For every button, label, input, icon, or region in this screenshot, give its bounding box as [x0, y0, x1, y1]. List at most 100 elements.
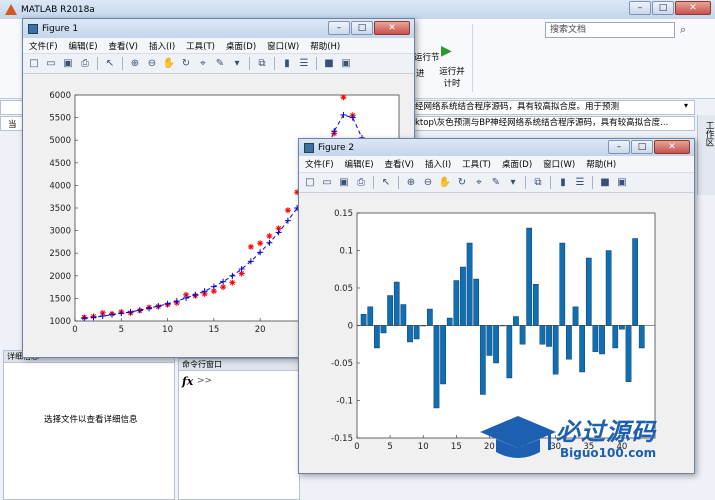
colorbar-icon[interactable]: ▮	[280, 57, 294, 71]
figure1-maximize-button[interactable]: □	[351, 21, 373, 35]
zoom-out-icon[interactable]: ⊖	[421, 176, 435, 190]
x-tick-label: 20	[255, 325, 266, 335]
brush-icon[interactable]: ✎	[213, 57, 227, 71]
bar	[506, 325, 513, 379]
print-icon[interactable]: ⎙	[354, 176, 368, 190]
watermark-url: Biguo100.com	[560, 446, 657, 460]
figure1-menu-item[interactable]: 窗口(W)	[267, 40, 299, 52]
figure2-close-button[interactable]: ✕	[654, 140, 690, 154]
rotate-icon[interactable]: ↻	[455, 176, 469, 190]
command-window[interactable]: 命令行窗口 fx >>	[178, 358, 300, 500]
bar	[387, 295, 393, 326]
figure2-menu-item[interactable]: 帮助(H)	[586, 158, 616, 170]
open-icon[interactable]: ▭	[44, 57, 58, 71]
bar	[612, 325, 619, 349]
pan-icon[interactable]: ✋	[162, 57, 176, 71]
figure1-menu-item[interactable]: 文件(F)	[29, 40, 58, 52]
data-cursor-icon[interactable]: ⌖	[472, 176, 486, 190]
link-icon[interactable]: ⧉	[531, 176, 545, 190]
y-tick-label: -0.15	[331, 434, 353, 444]
figure2-menubar: 文件(F) 编辑(E) 查看(V) 插入(I) 工具(T) 桌面(D) 窗口(W) 帮助(H)	[299, 156, 694, 173]
show-plot-tools-icon[interactable]: ▣	[339, 57, 353, 71]
figure2-menu-item[interactable]: 查看(V)	[385, 158, 414, 170]
figure2-menu-item[interactable]: 文件(F)	[305, 158, 334, 170]
figure2-menu-item[interactable]: 编辑(E)	[345, 158, 374, 170]
brush-dropdown-icon[interactable]: ▾	[506, 176, 520, 190]
colorbar-icon[interactable]: ▮	[556, 176, 570, 190]
brush-icon[interactable]: ✎	[489, 176, 503, 190]
y-tick-label: 0.1	[339, 247, 353, 257]
brush-dropdown-icon[interactable]: ▾	[230, 57, 244, 71]
bar	[638, 325, 645, 349]
pointer-icon[interactable]: ↖	[379, 176, 393, 190]
figure1-menu-item[interactable]: 插入(I)	[149, 40, 175, 52]
bar	[374, 325, 380, 349]
toolbar-separator	[592, 176, 593, 189]
figure2-menu-item[interactable]: 工具(T)	[462, 158, 491, 170]
y-tick-label: 0	[348, 322, 353, 332]
figure1-title: Figure 1	[42, 23, 79, 34]
figure1-menu-item[interactable]: 工具(T)	[186, 40, 215, 52]
search-icon[interactable]: ⌕	[680, 23, 694, 37]
figure2-menu-item[interactable]: 插入(I)	[425, 158, 451, 170]
pan-icon[interactable]: ✋	[438, 176, 452, 190]
new-figure-icon[interactable]: □	[27, 57, 41, 71]
run-and-time-button[interactable]: 运行并 计时	[437, 65, 467, 89]
figure1-toolbar: □ ▭ ▣ ⎙ ↖ ⊕ ⊖ ✋ ↻ ⌖ ✎ ▾ ⧉ ▮ ☰ ■ ▣	[23, 54, 414, 74]
x-tick-label: 10	[162, 325, 173, 335]
pointer-icon[interactable]: ↖	[103, 57, 117, 71]
y-tick-label: 0.15	[334, 209, 353, 219]
show-plot-tools-icon[interactable]: ▣	[615, 176, 629, 190]
workspace-tab[interactable]: 工作区	[697, 115, 715, 195]
figure1-menu-item[interactable]: 桌面(D)	[226, 40, 256, 52]
figure1-menu-item[interactable]: 编辑(E)	[69, 40, 98, 52]
maximize-button[interactable]: □	[652, 1, 674, 15]
figure2-menu-item[interactable]: 窗口(W)	[543, 158, 575, 170]
search-box[interactable]: 搜索文档	[545, 22, 675, 38]
x-tick-label: 10	[418, 442, 429, 452]
bar	[413, 325, 420, 340]
hide-plot-tools-icon[interactable]: ■	[598, 176, 612, 190]
zoom-out-icon[interactable]: ⊖	[145, 57, 159, 71]
fx-icon[interactable]: fx	[182, 375, 193, 388]
bar	[367, 306, 374, 326]
link-icon[interactable]: ⧉	[255, 57, 269, 71]
bar	[625, 325, 632, 382]
figure2-minimize-button[interactable]: –	[608, 140, 630, 154]
zoom-in-icon[interactable]: ⊕	[128, 57, 142, 71]
dropdown-icon[interactable]: ▾	[684, 101, 688, 110]
save-icon[interactable]: ▣	[337, 176, 351, 190]
figure2-menu-item[interactable]: 桌面(D)	[502, 158, 532, 170]
zoom-in-icon[interactable]: ⊕	[404, 176, 418, 190]
figure1-menu-item[interactable]: 查看(V)	[109, 40, 138, 52]
hide-plot-tools-icon[interactable]: ■	[322, 57, 336, 71]
figure1-minimize-button[interactable]: –	[328, 21, 350, 35]
bar	[632, 238, 638, 326]
figure1-close-button[interactable]: ✕	[374, 21, 410, 35]
toolbar-separator	[249, 57, 250, 70]
data-cursor-icon[interactable]: ⌖	[196, 57, 210, 71]
open-icon[interactable]: ▭	[320, 176, 334, 190]
save-icon[interactable]: ▣	[61, 57, 75, 71]
y-tick-label: -0.1	[336, 397, 353, 407]
new-figure-icon[interactable]: □	[303, 176, 317, 190]
rotate-icon[interactable]: ↻	[179, 57, 193, 71]
ribbon-advance-label[interactable]: 进	[416, 67, 425, 79]
minimize-button[interactable]: –	[629, 1, 651, 15]
figure2-maximize-button[interactable]: □	[631, 140, 653, 154]
left-panel-label: 当	[8, 120, 17, 130]
bar	[433, 325, 440, 409]
run-and-time-icon[interactable]: ▶	[441, 43, 459, 59]
ribbon-run-section-label[interactable]: 运行节	[414, 51, 440, 63]
toolbar-separator	[550, 176, 551, 189]
close-button[interactable]: ✕	[675, 1, 711, 15]
bar	[592, 325, 599, 352]
legend-icon[interactable]: ☰	[297, 57, 311, 71]
y-tick-label: -0.05	[331, 359, 353, 369]
print-icon[interactable]: ⎙	[78, 57, 92, 71]
figure1-menu-item[interactable]: 帮助(H)	[310, 40, 340, 52]
toolbar-separator	[122, 57, 123, 70]
y-tick-label: 6000	[49, 91, 71, 101]
bar	[619, 325, 625, 330]
legend-icon[interactable]: ☰	[573, 176, 587, 190]
